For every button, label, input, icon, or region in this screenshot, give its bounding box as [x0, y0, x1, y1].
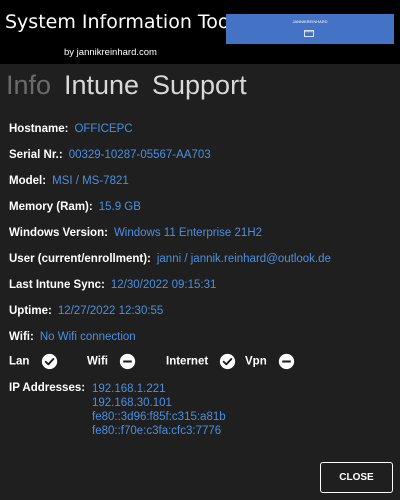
status-vpn-label: Vpn [245, 355, 267, 368]
user-value: janni / jannik.reinhard@outlook.de [156, 253, 331, 265]
ip-addresses-label: IP Addresses: [9, 382, 86, 394]
close-button-label: CLOSE [339, 472, 374, 483]
header-button-label: JANNIKREINHARD [292, 19, 328, 24]
uptime-row: Uptime: 12/27/2022 12:30:55 [9, 304, 163, 318]
ip-address: 192.168.30.101 [92, 397, 172, 409]
status-wifi-label: Wifi [87, 355, 108, 368]
close-button[interactable]: CLOSE [320, 462, 393, 493]
ip-address-list: 192.168.1.221 192.168.30.101 fe80::3d96:… [92, 382, 226, 438]
ip-address: 192.168.1.221 [92, 383, 166, 395]
wifi-value: No Wifi connection [39, 331, 136, 343]
status-lan-label: Lan [9, 355, 30, 368]
user-label: User (current/enrollment): [9, 253, 151, 265]
model-value: MSI / MS-7821 [52, 175, 129, 187]
last-sync-row: Last Intune Sync: 12/30/2022 09:15:31 [9, 278, 216, 292]
last-sync-label: Last Intune Sync: [9, 279, 105, 291]
check-circle-icon [220, 353, 236, 370]
wifi-row: Wifi: No Wifi connection [9, 330, 136, 344]
tab-intune[interactable]: Intune [64, 70, 139, 100]
status-lan: Lan [9, 351, 58, 370]
model-label: Model: [9, 175, 47, 187]
header-link-button[interactable]: JANNIKREINHARD [226, 14, 394, 44]
uptime-value: 12/27/2022 12:30:55 [57, 305, 164, 317]
ip-address: fe80::3d96:f85f:c315:a81b [92, 411, 226, 423]
windows-version-value: Windows 11 Enterprise 21H2 [113, 227, 263, 239]
memory-label: Memory (Ram): [9, 201, 93, 213]
minus-circle-icon [278, 353, 294, 370]
check-circle-icon [41, 353, 57, 370]
wifi-label: Wifi: [9, 331, 34, 343]
status-internet: Internet [166, 351, 236, 370]
serial-label: Serial Nr.: [9, 149, 63, 161]
user-row: User (current/enrollment): janni / jannik… [9, 252, 331, 266]
hostname-value: OFFICEPC [74, 123, 133, 135]
uptime-label: Uptime: [9, 305, 52, 317]
serial-row: Serial Nr.: 00329-10287-05567-AA703 [9, 148, 211, 162]
ip-address: fe80::f70e:c3fa:cfc3:7776 [92, 425, 222, 437]
windows-version-label: Windows Version: [9, 227, 108, 239]
serial-value: 00329-10287-05567-AA703 [68, 149, 211, 161]
status-wifi: Wifi [87, 351, 136, 370]
window-icon [304, 30, 314, 37]
app-subtitle: by jannikreinhard.com [64, 47, 157, 58]
tab-info[interactable]: Info [6, 70, 51, 100]
status-vpn: Vpn [245, 351, 295, 370]
app-title: System Information Tool [5, 11, 235, 33]
memory-value: 15.9 GB [98, 201, 141, 213]
hostname-row: Hostname: OFFICEPC [9, 122, 133, 136]
app-window: System Information Tool by jannikreinhar… [0, 0, 400, 500]
hostname-label: Hostname: [9, 123, 69, 135]
header-bar: System Information Tool by jannikreinhar… [0, 0, 400, 64]
tab-support[interactable]: Support [152, 70, 247, 100]
last-sync-value: 12/30/2022 09:15:31 [110, 279, 217, 291]
model-row: Model: MSI / MS-7821 [9, 174, 129, 188]
status-internet-label: Internet [166, 355, 209, 368]
windows-version-row: Windows Version: Windows 11 Enterprise 21… [9, 226, 262, 240]
minus-circle-icon [119, 353, 136, 370]
memory-row: Memory (Ram): 15.9 GB [9, 200, 141, 214]
